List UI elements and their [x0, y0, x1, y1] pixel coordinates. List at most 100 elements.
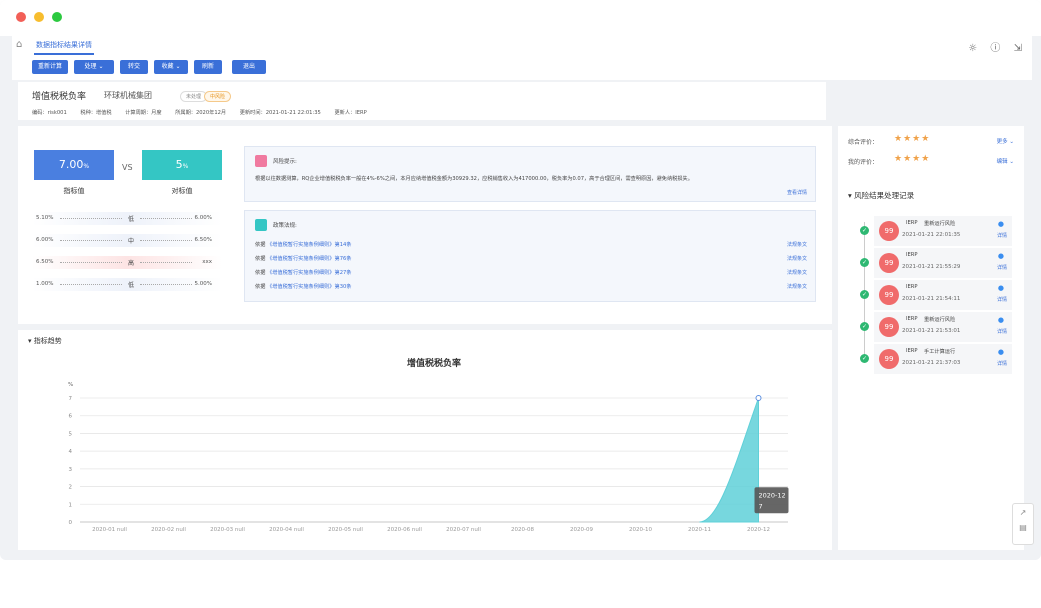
risk-detail-link[interactable]: 查看详情 — [787, 189, 807, 196]
risk-title: 风险提示: — [273, 159, 297, 165]
collapse-icon[interactable]: ⇲ — [1014, 43, 1022, 54]
law-name[interactable]: 《增值税暂行实施条例细则》 — [267, 270, 334, 276]
law-item: 依据 《增值税暂行实施条例细则》第14条 — [255, 241, 351, 248]
indicator-value: 7.00 — [58, 158, 84, 171]
law-item: 依据 《增值税暂行实施条例细则》第27条 — [255, 269, 351, 276]
sun-icon[interactable]: ☼ — [968, 43, 977, 54]
chart-title: 增值税税负率 — [407, 357, 461, 369]
record-action: 手工计算运行 — [924, 349, 956, 355]
help-icon[interactable]: ⓘ — [990, 43, 1000, 54]
comment-icon[interactable]: ● — [998, 284, 1004, 292]
range-to: 6.00% — [194, 215, 212, 221]
record-user: IERP — [906, 348, 918, 354]
comment-icon[interactable]: ● — [998, 220, 1004, 228]
toolbar: 重新计算 处理 ⌄ 转交 收藏 ⌄ 刷新 退出 — [12, 56, 1032, 80]
x-tick-label: 2020-07 null — [446, 527, 481, 533]
law-clause[interactable]: 第14条 — [335, 242, 352, 248]
range-level: 低 — [128, 282, 135, 289]
x-tick-label: 2020-05 null — [328, 527, 363, 533]
check-icon: ✓ — [860, 322, 869, 331]
y-tick-label: 0 — [69, 520, 73, 526]
overall-rating-label: 综合评价： — [848, 139, 879, 146]
law-name[interactable]: 《增值税暂行实施条例细则》 — [267, 256, 334, 262]
share-icon[interactable]: ↗ — [1013, 508, 1033, 517]
range-row: 1.00% 低 5.00% — [32, 278, 222, 291]
record-item: 99 IERP 重新运行风险 2021-01-21 21:53:01 ● 详情 — [874, 312, 1012, 342]
law-name[interactable]: 《增值税暂行实施条例细则》 — [267, 242, 334, 248]
close-dot[interactable] — [16, 12, 26, 22]
avatar: 99 — [879, 349, 899, 369]
law-item: 依据 《增值税暂行实施条例细则》第30条 — [255, 283, 351, 290]
comment-icon[interactable]: ● — [998, 348, 1004, 356]
overall-rating-more-label: 更多 — [996, 139, 1008, 145]
law-clause[interactable]: 第76条 — [335, 256, 352, 262]
record-item: 99 IERP 手工计算运行 2021-01-21 21:37:03 ● 详情 — [874, 344, 1012, 374]
law-prefix: 依据 — [255, 270, 266, 276]
benchmark-value-box: 5% — [142, 150, 222, 180]
x-tick-label: 2020-11 — [688, 527, 711, 533]
range-line — [140, 284, 192, 285]
meta-updated-at: 更新时间：2021-01-21 22:01:35 — [239, 110, 321, 116]
law-link[interactable]: 法规条文 — [787, 283, 807, 290]
record-detail-link[interactable]: 详情 — [997, 264, 1007, 271]
range-from: 1.00% — [36, 281, 54, 287]
record-detail-link[interactable]: 详情 — [997, 328, 1007, 335]
caret-down-icon: ▾ — [848, 191, 852, 200]
top-icons: ☼ ⓘ ⇲ — [958, 39, 1022, 54]
record-detail-link[interactable]: 详情 — [997, 360, 1007, 367]
transfer-button[interactable]: 转交 — [120, 60, 148, 74]
process-button[interactable]: 处理 ⌄ — [74, 60, 114, 74]
comment-icon[interactable]: ● — [998, 316, 1004, 324]
tab-result-detail[interactable]: 数据指标结果详情 — [34, 39, 94, 55]
record-item: 99 IERP 2021-01-21 21:55:29 ● 详情 — [874, 248, 1012, 278]
record-detail-link[interactable]: 详情 — [997, 296, 1007, 303]
record-time: 2021-01-21 21:37:03 — [902, 360, 961, 366]
maximize-dot[interactable] — [52, 12, 62, 22]
favorite-button[interactable]: 收藏 ⌄ — [154, 60, 188, 74]
meta-tax-type: 税种：增值税 — [80, 110, 112, 116]
risk-card: 风险提示: 根据以往数据测算，RQ企业增值税税负率一般在4%-6%之间，本月应纳… — [244, 146, 816, 202]
recalculate-button[interactable]: 重新计算 — [32, 60, 68, 74]
range-line — [140, 218, 192, 219]
my-rating-edit[interactable]: 编辑 ⌄ — [997, 157, 1014, 165]
record-detail-link[interactable]: 详情 — [997, 232, 1007, 239]
my-rating-stars[interactable]: ★★★★ — [894, 154, 930, 164]
law-link[interactable]: 法规条文 — [787, 255, 807, 262]
minimize-dot[interactable] — [34, 12, 44, 22]
range-from: 6.00% — [36, 237, 54, 243]
refresh-button[interactable]: 刷新 — [194, 60, 222, 74]
law-clause[interactable]: 第30条 — [335, 284, 352, 290]
range-line — [60, 262, 122, 263]
record-item: 99 IERP 重新运行风险 2021-01-21 22:01:35 ● 详情 — [874, 216, 1012, 246]
message-icon[interactable]: ▤ — [1013, 523, 1033, 532]
record-time: 2021-01-21 21:53:01 — [902, 328, 961, 334]
y-tick-label: 3 — [69, 467, 73, 473]
record-item: 99 IERP 2021-01-21 21:54:11 ● 详情 — [874, 280, 1012, 310]
home-icon[interactable]: ⌂ — [16, 39, 22, 50]
law-name[interactable]: 《增值税暂行实施条例细则》 — [267, 284, 334, 290]
x-tick-label: 2020-02 null — [151, 527, 186, 533]
recalculate-label: 重新计算 — [37, 63, 62, 70]
record-user: IERP — [906, 284, 918, 290]
overall-rating-more[interactable]: 更多 ⌄ — [997, 137, 1014, 145]
range-to: 6.50% — [194, 237, 212, 243]
metric-panel: 7.00% 指标值 VS 5% 对标值 5.10% 低 6.00% 6.00% 中 6.5… — [18, 126, 832, 324]
exit-button[interactable]: 退出 — [232, 60, 266, 74]
status-badge: 未处理 — [180, 91, 208, 102]
transfer-label: 转交 — [127, 63, 140, 70]
y-tick-label: 1 — [69, 502, 73, 508]
records-header[interactable]: ▾ 风险结果处理记录 — [848, 190, 914, 201]
comment-icon[interactable]: ● — [998, 252, 1004, 260]
info-header: 增值税税负率 环球机械集团 未处理 中风险 编码：risk001 税种：增值税 … — [18, 82, 826, 120]
law-clause[interactable]: 第27条 — [335, 270, 352, 276]
meta-period: 所属期：2020年12月 — [175, 110, 227, 116]
data-point[interactable] — [755, 395, 762, 401]
range-row: 6.50% 高 xxx — [32, 256, 222, 269]
meta-code: 编码：risk001 — [32, 110, 67, 116]
risk-badge: 中风险 — [204, 91, 232, 102]
y-axis-unit: % — [68, 382, 73, 388]
process-label: 处理 — [84, 63, 97, 70]
law-link[interactable]: 法规条文 — [787, 241, 807, 248]
law-link[interactable]: 法规条文 — [787, 269, 807, 276]
record-time: 2021-01-21 21:54:11 — [902, 296, 961, 302]
